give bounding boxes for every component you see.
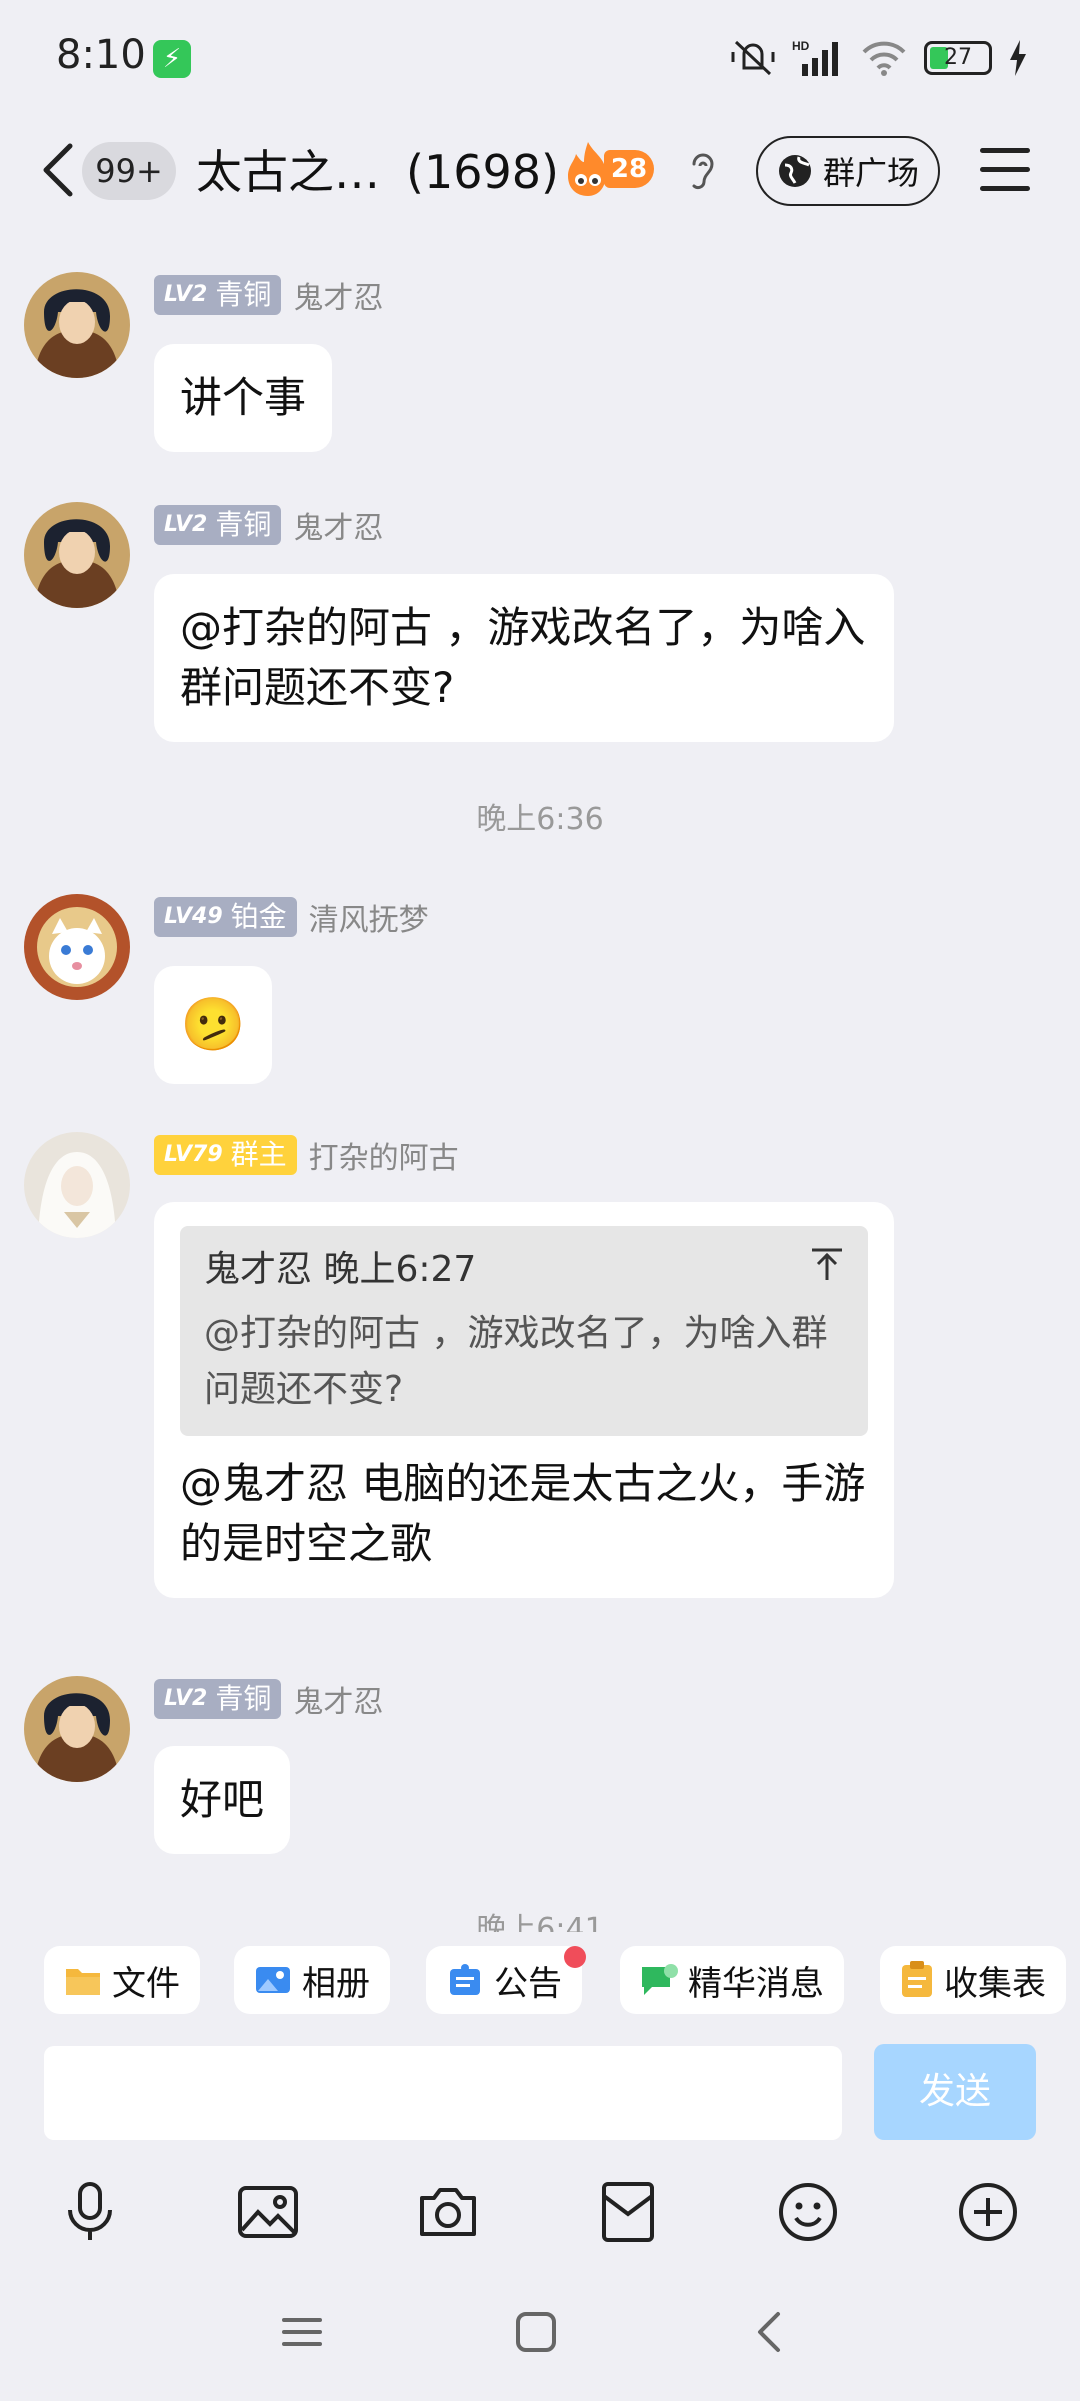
battery-icon: 27 bbox=[924, 41, 992, 75]
ear-icon[interactable] bbox=[686, 148, 720, 192]
back-chevron-icon[interactable] bbox=[38, 140, 78, 200]
quoted-message[interactable]: 鬼才忍 晚上6:27 @打杂的阿古 ，游戏改名了，为啥入群问题还不变? bbox=[180, 1226, 868, 1436]
timestamp: 晚上6:41 bbox=[476, 1912, 604, 1932]
charging-icon bbox=[1010, 40, 1026, 76]
svg-text:HD: HD bbox=[792, 39, 810, 53]
message-bubble[interactable]: 讲个事 bbox=[154, 344, 333, 452]
notification-dot bbox=[564, 1946, 586, 1968]
mute-vibrate-icon bbox=[731, 40, 775, 76]
sender-name[interactable]: 鬼才忍 bbox=[293, 273, 383, 317]
status-icons: HD 27 bbox=[730, 34, 1028, 82]
emoji-icon[interactable] bbox=[776, 2180, 840, 2244]
group-title[interactable]: 太古之… (1698) bbox=[196, 142, 559, 202]
sender-name[interactable]: 鬼才忍 bbox=[293, 1677, 383, 1721]
group-name: 太古之… bbox=[196, 145, 380, 199]
quick-file-button[interactable]: 文件 bbox=[44, 1946, 200, 2014]
message-list[interactable]: LV2 青铜 鬼才忍 讲个事 LV2 青铜 鬼才忍 @打杂的阿古 ，游戏改名了，为啥… bbox=[0, 240, 1080, 1932]
hd-signal-icon: HD bbox=[792, 39, 838, 76]
avatar[interactable] bbox=[24, 1676, 130, 1782]
owner-badge: LV79 群主 bbox=[154, 1135, 297, 1175]
quick-album-button[interactable]: 相册 bbox=[234, 1946, 390, 2014]
unread-badge[interactable]: 99+ bbox=[82, 142, 176, 200]
quick-announcement-button[interactable]: 公告 bbox=[426, 1946, 582, 2014]
avatar[interactable] bbox=[24, 272, 130, 378]
sender-line: LV2 青铜 鬼才忍 bbox=[154, 1678, 383, 1720]
message-input[interactable] bbox=[44, 2046, 842, 2140]
sender-name[interactable]: 清风抚梦 bbox=[309, 895, 429, 939]
clipboard-icon bbox=[902, 1961, 932, 1997]
jump-to-original-icon[interactable] bbox=[810, 1244, 844, 1284]
announcement-icon bbox=[450, 1964, 480, 1995]
quick-collection-button[interactable]: 收集表 bbox=[880, 1946, 1066, 2014]
quote-author: 鬼才忍 bbox=[204, 1249, 313, 1290]
message-bubble[interactable]: 好吧 bbox=[154, 1746, 291, 1854]
message-bubble[interactable]: @打杂的阿古 ，游戏改名了，为啥入群问题还不变? bbox=[154, 574, 894, 742]
level-badge: LV2 青铜 bbox=[154, 275, 282, 315]
group-fire-badge[interactable]: 28 bbox=[560, 140, 666, 198]
plus-icon[interactable] bbox=[956, 2180, 1020, 2244]
image-icon[interactable] bbox=[236, 2180, 300, 2244]
timestamp: 晚上6:36 bbox=[476, 802, 604, 837]
wifi-icon bbox=[862, 41, 906, 76]
red-packet-icon[interactable] bbox=[596, 2180, 660, 2244]
album-icon bbox=[256, 1967, 290, 1993]
microphone-icon[interactable] bbox=[58, 2180, 122, 2244]
camera-icon[interactable] bbox=[416, 2180, 480, 2244]
status-time: 8:10 bbox=[56, 32, 146, 78]
member-count: (1698) bbox=[406, 145, 559, 199]
avatar[interactable] bbox=[24, 502, 130, 608]
home-icon[interactable] bbox=[506, 2302, 566, 2362]
menu-icon[interactable] bbox=[980, 148, 1030, 192]
sender-name[interactable]: 打杂的阿古 bbox=[309, 1133, 459, 1177]
level-badge: LV49 铂金 bbox=[154, 897, 297, 937]
send-button[interactable]: 发送 bbox=[874, 2044, 1036, 2140]
group-plaza-button[interactable]: 群广场 bbox=[756, 136, 940, 206]
quick-highlights-button[interactable]: 精华消息 bbox=[620, 1946, 844, 2014]
level-badge: LV2 青铜 bbox=[154, 505, 282, 545]
quote-time: 晚上6:27 bbox=[323, 1249, 477, 1290]
highlights-icon bbox=[642, 1964, 678, 1995]
sender-line: LV49 铂金 清风抚梦 bbox=[154, 896, 429, 938]
quote-text: @打杂的阿古 ，游戏改名了，为啥入群问题还不变? bbox=[204, 1313, 828, 1410]
back-icon[interactable] bbox=[740, 2302, 800, 2362]
sender-name[interactable]: 鬼才忍 bbox=[293, 503, 383, 547]
sender-line: LV2 青铜 鬼才忍 bbox=[154, 504, 383, 546]
reply-bubble[interactable]: 鬼才忍 晚上6:27 @打杂的阿古 ，游戏改名了，为啥入群问题还不变? @鬼才忍… bbox=[154, 1202, 894, 1598]
folder-icon bbox=[66, 1969, 100, 1995]
sender-line: LV79 群主 打杂的阿古 bbox=[154, 1134, 459, 1176]
quote-header: 鬼才忍 晚上6:27 bbox=[204, 1244, 844, 1296]
reply-text: @鬼才忍 电脑的还是太古之火，手游的是时空之歌 bbox=[180, 1459, 866, 1568]
fire-level: 28 bbox=[604, 150, 654, 188]
avatar[interactable] bbox=[24, 894, 130, 1000]
emoji-bubble[interactable]: 🫤 bbox=[154, 966, 272, 1084]
globe-icon bbox=[778, 155, 811, 187]
recents-icon[interactable] bbox=[272, 2302, 332, 2362]
charging-app-icon: ⚡ bbox=[153, 40, 191, 78]
plaza-label: 群广场 bbox=[822, 154, 919, 192]
avatar[interactable] bbox=[24, 1132, 130, 1238]
level-badge: LV2 青铜 bbox=[154, 1679, 282, 1719]
sender-line: LV2 青铜 鬼才忍 bbox=[154, 274, 383, 316]
